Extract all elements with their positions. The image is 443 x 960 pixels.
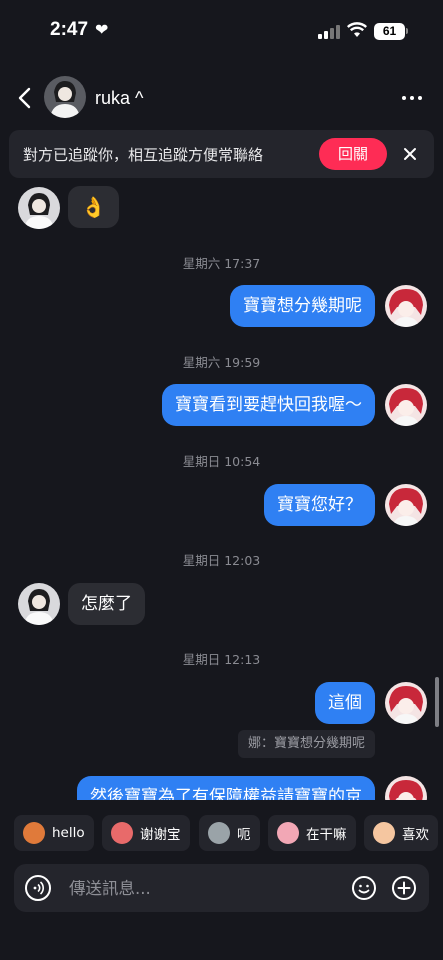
chat-header: ruka ^ bbox=[0, 70, 443, 126]
message-timestamp: 星期六 19:59 bbox=[182, 355, 261, 370]
close-icon[interactable] bbox=[398, 142, 422, 166]
message-composer bbox=[14, 864, 429, 912]
cellular-signal-icon bbox=[318, 25, 340, 39]
avatar[interactable] bbox=[385, 285, 427, 327]
follow-back-button[interactable]: 回關 bbox=[319, 138, 387, 170]
wifi-icon bbox=[347, 22, 367, 37]
quick-reply-thanks[interactable]: 谢谢宝 bbox=[102, 815, 190, 851]
message-bubble-outgoing[interactable]: 然後寶寶為了有保障權益請寶寶的京 bbox=[77, 776, 375, 800]
quick-reply-label: 谢谢宝 bbox=[140, 827, 181, 843]
message-bubble-outgoing[interactable]: 寶寶您好？ bbox=[264, 484, 375, 526]
cartoon-face-icon bbox=[277, 822, 299, 844]
avatar[interactable] bbox=[44, 76, 86, 118]
banner-text: 對方已追蹤你，相互追蹤方便常聯絡 bbox=[23, 146, 264, 164]
add-attachment-icon[interactable] bbox=[391, 875, 417, 901]
status-bar: 2:47 ❤ 61 bbox=[0, 0, 443, 62]
quick-reply-label: 在干嘛 bbox=[306, 827, 347, 843]
quick-reply-uh[interactable]: 呃 bbox=[199, 815, 260, 851]
avatar[interactable] bbox=[385, 384, 427, 426]
avatar[interactable] bbox=[18, 583, 60, 625]
message-bubble-outgoing[interactable]: 寶寶看到要趕快回我喔～ bbox=[162, 384, 375, 426]
battery-tip bbox=[406, 28, 408, 34]
monkey-face-icon bbox=[23, 822, 45, 844]
message-timestamp: 星期日 12:03 bbox=[182, 553, 261, 568]
message-input[interactable] bbox=[69, 875, 339, 901]
avatar[interactable] bbox=[385, 484, 427, 526]
more-options-icon[interactable] bbox=[398, 84, 426, 112]
avatar[interactable] bbox=[18, 187, 60, 229]
avatar[interactable] bbox=[385, 682, 427, 724]
quoted-reply[interactable]: 娜：寶寶想分幾期呢 bbox=[237, 730, 375, 758]
heart-icon: ❤ bbox=[95, 20, 109, 39]
scrollbar[interactable] bbox=[435, 677, 439, 727]
cartoon-face-icon bbox=[111, 822, 133, 844]
message-bubble-outgoing[interactable]: 寶寶想分幾期呢 bbox=[230, 285, 375, 327]
message-list[interactable]: 👌 星期六 17:37 寶寶想分幾期呢 星期六 19:59 寶寶看到要趕快回我喔… bbox=[0, 180, 443, 800]
status-time: 2:47 bbox=[50, 19, 89, 40]
message-bubble-outgoing[interactable]: 這個 bbox=[315, 682, 375, 724]
quick-reply-label: 呃 bbox=[237, 827, 251, 843]
message-bubble-incoming[interactable]: 👌 bbox=[68, 186, 119, 228]
voice-message-icon[interactable] bbox=[25, 875, 51, 901]
quick-reply-what-doing[interactable]: 在干嘛 bbox=[268, 815, 356, 851]
message-timestamp: 星期日 12:13 bbox=[182, 652, 261, 667]
battery-icon: 61 bbox=[374, 23, 405, 40]
emoji-icon[interactable] bbox=[351, 875, 377, 901]
contact-name[interactable]: ruka ^ bbox=[95, 88, 143, 109]
message-timestamp: 星期六 17:37 bbox=[182, 256, 261, 271]
quick-reply-like[interactable]: 喜欢 bbox=[364, 815, 438, 851]
message-timestamp: 星期日 10:54 bbox=[182, 454, 261, 469]
quick-reply-hello[interactable]: hello bbox=[14, 815, 94, 851]
avatar[interactable] bbox=[385, 776, 427, 800]
quick-reply-label: 喜欢 bbox=[402, 827, 429, 843]
quick-reply-bar: hello 谢谢宝 呃 在干嘛 喜欢 bbox=[0, 815, 443, 853]
cat-face-icon bbox=[208, 822, 230, 844]
message-bubble-incoming[interactable]: 怎麼了 bbox=[68, 583, 145, 625]
quick-reply-label: hello bbox=[52, 825, 85, 841]
back-arrow-icon[interactable] bbox=[14, 84, 38, 112]
follow-back-banner: 對方已追蹤你，相互追蹤方便常聯絡 回關 bbox=[9, 130, 434, 178]
cartoon-face-icon bbox=[373, 822, 395, 844]
